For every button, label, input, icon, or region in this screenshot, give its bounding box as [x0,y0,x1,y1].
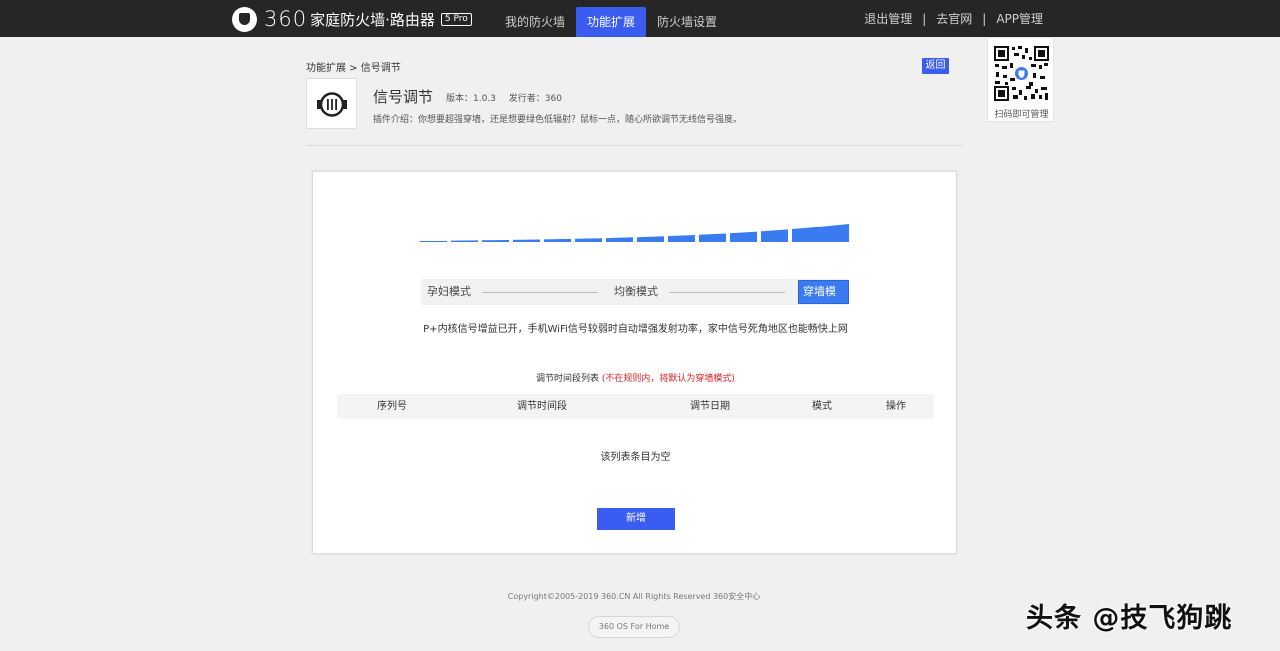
watermark: 头条 @技飞狗跳 [1026,596,1232,635]
menu-separator: | [922,12,926,26]
signal-bars [420,224,849,242]
mode-wall-penetration[interactable]: 穿墙模式 [798,280,849,304]
scrollbar[interactable] [1268,37,1280,651]
back-button[interactable]: 返回 [922,58,949,74]
mode-description: P+内核信号增益已开，手机WiFi信号较弱时自动增强发射功率，家中信号死角地区也… [313,320,958,335]
nav-my-firewall[interactable]: 我的防火墙 [494,7,576,37]
logo-number: 360 [264,7,307,31]
main-nav: 我的防火墙 功能扩展 防火墙设置 [494,7,728,37]
schedule-title-text: 调节时间段列表 [536,374,599,384]
schedule-table-header: 序列号 调节时间段 调节日期 模式 操作 [337,394,934,419]
logo-text: 家庭防火墙·路由器 [310,9,435,30]
plugin-meta: 版本：1.0.3 发行者：360 [446,91,572,104]
col-date: 调节日期 [690,394,730,419]
col-serial: 序列号 [377,394,407,419]
breadcrumb: 功能扩展 > 信号调节 [306,59,401,74]
logo-version-badge: 5 Pro [441,13,472,26]
plugin-publisher: 发行者：360 [509,94,562,104]
plugin-version: 版本：1.0.3 [446,94,496,104]
add-schedule-button[interactable]: 新增 [597,508,675,530]
signal-strength-graph [420,220,850,244]
plugin-icon-box [306,78,357,129]
col-mode: 模式 [812,394,832,419]
menu-separator: | [982,12,986,26]
header-divider [306,145,963,146]
signal-plugin-icon [316,91,348,118]
user-menu: 退出管理 | 去官网 | APP管理 [864,0,1043,37]
mode-track-line [669,292,785,293]
mode-selector: 孕妇模式 均衡模式 穿墙模式 [421,279,849,305]
schedule-list-title: 调节时间段列表 (不在规则内，将默认为穿墙模式) [313,371,958,384]
mode-pregnant[interactable]: 孕妇模式 [427,279,471,305]
signal-card: 孕妇模式 均衡模式 穿墙模式 P+内核信号增益已开，手机WiFi信号较弱时自动增… [312,171,957,554]
qr-code-icon [993,45,1050,102]
plugin-description: 插件介绍：你想要超强穿墙，还是想要绿色低辐射？鼠标一点，随心所欲调节无线信号强度… [373,112,742,125]
col-action: 操作 [886,394,906,419]
nav-extensions[interactable]: 功能扩展 [576,7,646,37]
empty-list-message: 该列表条目为空 [313,448,958,463]
mode-balanced[interactable]: 均衡模式 [614,279,658,305]
logout-link[interactable]: 退出管理 [864,10,912,27]
plugin-title: 信号调节 [373,86,433,107]
brand-logo[interactable]: 360 家庭防火墙·路由器 5 Pro [232,7,472,31]
app-manage-link[interactable]: APP管理 [996,10,1043,27]
qr-caption: 扫码即可管理 [988,107,1055,120]
schedule-hint: (不在规则内，将默认为穿墙模式) [602,374,735,384]
official-site-link[interactable]: 去官网 [936,10,972,27]
shield-logo-icon [232,7,257,32]
col-time-range: 调节时间段 [517,394,567,419]
nav-firewall-settings[interactable]: 防火墙设置 [646,7,728,37]
mode-track-line [482,292,598,293]
app-qr-popup: 扫码即可管理 [987,37,1054,122]
top-bar: 360 家庭防火墙·路由器 5 Pro 我的防火墙 功能扩展 防火墙设置 退出管… [0,0,1280,37]
os-badge[interactable]: 360 OS For Home [588,616,680,638]
